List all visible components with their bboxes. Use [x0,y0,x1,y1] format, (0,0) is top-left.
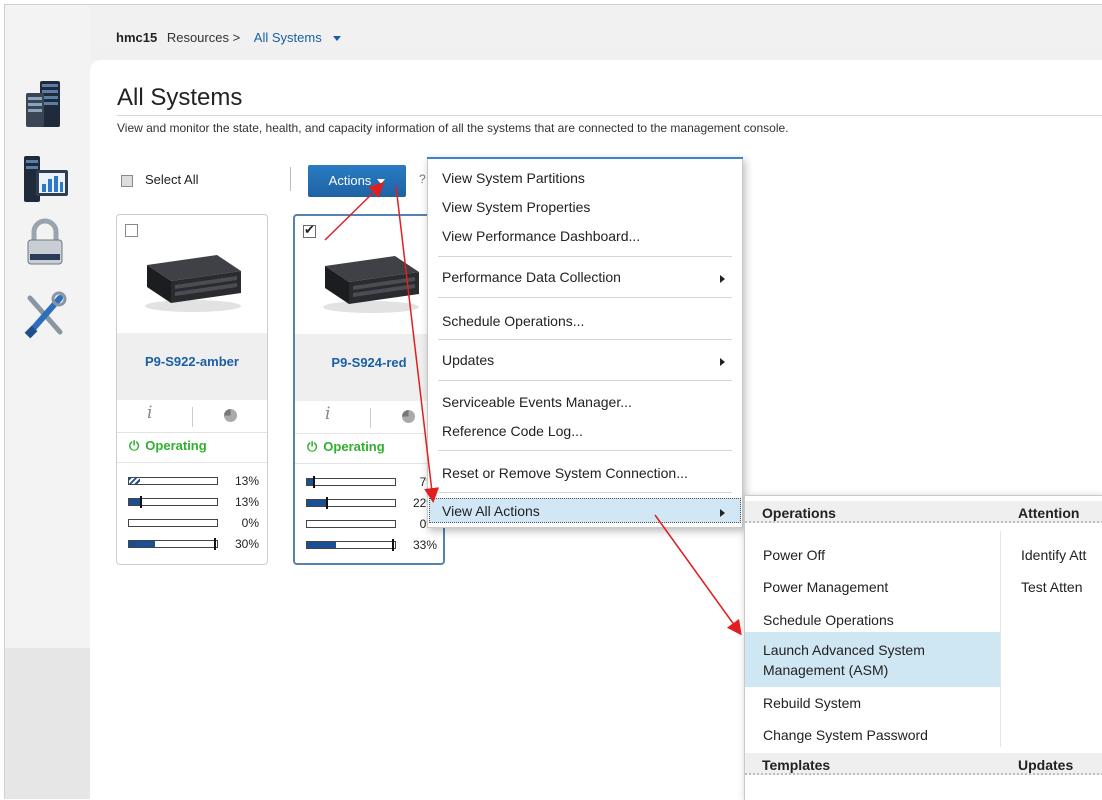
menu-divider [438,380,732,381]
usage-percent: 30% [234,537,259,551]
action-test-attention[interactable]: Test Atten [1021,579,1082,595]
breadcrumb-current[interactable]: All Systems [254,30,322,45]
menu-divider [438,450,732,451]
title-divider [117,115,1102,116]
system-name-link[interactable]: P9-S924-red [295,355,443,370]
help-icon[interactable]: ? [419,172,426,186]
menu-item-view-all-actions[interactable]: View All Actions [442,503,540,519]
page-title: All Systems [117,84,243,111]
menu-item-schedule-operations[interactable]: Schedule Operations... [442,313,584,329]
usage-percent: 0% [241,516,259,530]
menu-divider [438,297,732,298]
power-icon: ⏻ [307,439,318,454]
section-header-templates: Templates [762,757,831,773]
status-divider [295,463,443,464]
chevron-right-icon [720,275,725,283]
icon-divider [370,408,371,428]
section-header-attention: Attention [1018,505,1080,521]
power-icon: ⏻ [129,438,140,453]
action-schedule-operations[interactable]: Schedule Operations [763,612,894,628]
chevron-right-icon [720,358,725,366]
usage-percent: 33% [412,538,437,552]
usage-percent: 13% [234,474,259,488]
section-header-operations: Operations [762,505,836,521]
select-all-toggle[interactable]: Select All [121,172,198,187]
status-text: Operating [145,438,207,453]
menu-divider [438,339,732,340]
actions-label: Actions [328,173,372,188]
server-image [295,216,443,334]
select-all-checkbox[interactable] [121,174,133,187]
server-rack-icon[interactable] [22,79,68,127]
usage-bar [306,520,396,528]
action-power-management[interactable]: Power Management [763,579,888,595]
status-operating: ⏻ Operating [307,439,385,455]
action-power-off[interactable]: Power Off [763,547,825,563]
menu-item-performance-data-collection[interactable]: Performance Data Collection [442,269,621,285]
chevron-down-icon [377,179,386,185]
menu-item-view-performance-dashboard[interactable]: View Performance Dashboard... [442,228,640,244]
action-identify-attention[interactable]: Identify Att [1021,547,1086,563]
breadcrumb: hmc15 Resources > All Systems [116,30,342,45]
menu-item-reference-code-log[interactable]: Reference Code Log... [442,423,583,439]
status-divider [117,462,267,463]
info-icon[interactable]: i [325,404,330,424]
menu-item-view-system-properties[interactable]: View System Properties [442,199,590,215]
action-highlight [745,632,1000,687]
breadcrumb-resources[interactable]: Resources > [167,30,240,45]
actions-button[interactable]: Actions [308,165,406,197]
usage-bar [128,519,218,527]
card-icon-row [295,401,443,434]
usage-bar [306,539,396,551]
icon-divider [192,407,193,427]
menu-accent-line [427,157,743,159]
menu-divider [438,492,732,493]
action-rebuild-system[interactable]: Rebuild System [763,695,861,711]
server-image [117,215,267,333]
capacity-pie-icon[interactable] [402,410,415,423]
menu-item-view-system-partitions[interactable]: View System Partitions [442,170,585,186]
menu-item-serviceable-events-manager[interactable]: Serviceable Events Manager... [442,394,632,410]
select-all-label: Select All [145,172,199,187]
system-card[interactable]: ✔ P9-S924-red i ⏻Operating 7% 22% 0% 33% [293,214,445,565]
usage-bar [128,477,218,485]
action-launch-asm-line2[interactable]: Management (ASM) [763,662,888,678]
action-change-system-password[interactable]: Change System Password [763,727,928,743]
menu-item-reset-remove-connection[interactable]: Reset or Remove System Connection... [442,465,688,481]
info-icon[interactable]: i [147,403,152,423]
usage-percent: 13% [234,495,259,509]
usage-bar [128,538,218,550]
usage-bar [306,497,396,509]
usage-bar [128,496,218,508]
column-divider [1000,531,1001,747]
actions-menu: View System Partitions View System Prope… [427,157,743,528]
system-card[interactable]: P9-S922-amber i ⏻ Operating 13% 13% 0% 30… [116,214,268,565]
chevron-down-icon[interactable] [333,36,342,42]
menu-divider [438,256,732,257]
capacity-pie-icon[interactable] [224,409,237,422]
section-header-updates: Updates [1018,757,1074,773]
chevron-right-icon [720,509,725,517]
performance-monitor-icon[interactable] [22,154,68,202]
menu-item-updates[interactable]: Updates [442,352,494,368]
status-text: Operating [323,439,385,454]
breadcrumb-host[interactable]: hmc15 [116,30,157,45]
usage-bar [306,476,396,488]
security-lock-icon[interactable] [22,218,68,266]
service-tools-icon[interactable] [22,290,68,339]
toolbar-divider [290,167,291,191]
action-launch-asm-line1[interactable]: Launch Advanced System [763,642,925,658]
all-actions-submenu: Operations Attention Power Off Power Man… [744,495,1102,800]
status-operating: ⏻ Operating [129,438,207,454]
system-name-link[interactable]: P9-S922-amber [117,354,267,369]
page-description: View and monitor the state, health, and … [117,121,789,135]
